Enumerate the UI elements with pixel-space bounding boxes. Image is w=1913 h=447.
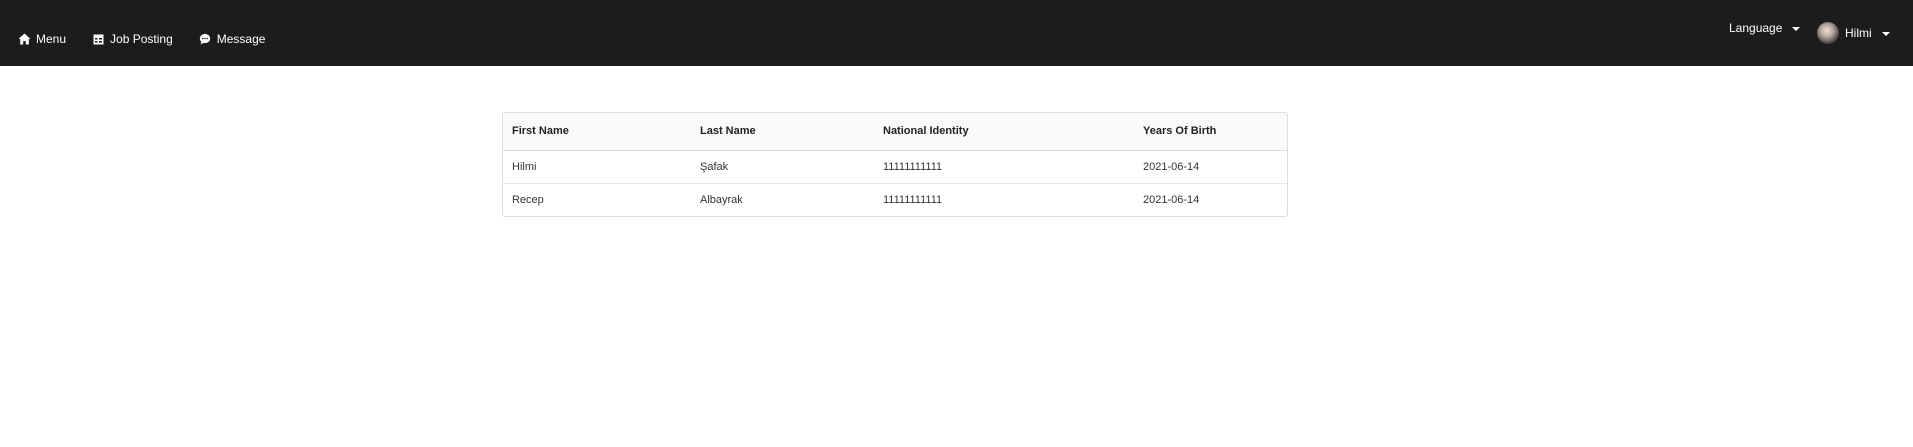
users-table: First Name Last Name National Identity Y… xyxy=(503,113,1287,216)
nav-item-label: Job Posting xyxy=(110,32,173,46)
column-header-last-name: Last Name xyxy=(691,113,874,151)
column-header-first-name: First Name xyxy=(503,113,691,151)
caret-down-icon xyxy=(1881,31,1890,36)
cell-years-of-birth: 2021-06-14 xyxy=(1134,150,1287,184)
table-row: Hilmi Şafak 11111111111 2021-06-14 xyxy=(503,150,1287,184)
user-name: Hilmi xyxy=(1845,26,1872,40)
top-navbar: Menu Job Posting Message Language Hilmi xyxy=(0,0,1913,66)
table-row: Recep Albayrak 11111111111 2021-06-14 xyxy=(503,183,1287,216)
language-dropdown[interactable]: Language xyxy=(1729,21,1801,35)
comment-icon xyxy=(199,33,212,46)
column-header-years-of-birth: Years Of Birth xyxy=(1134,113,1287,151)
cell-last-name: Şafak xyxy=(691,150,874,184)
cell-first-name: Hilmi xyxy=(503,150,691,184)
avatar xyxy=(1817,22,1839,44)
nav-menu: Menu Job Posting Message xyxy=(18,0,291,78)
cell-national-identity: 11111111111 xyxy=(883,193,943,206)
language-label: Language xyxy=(1729,21,1783,35)
cell-years-of-birth: 2021-06-14 xyxy=(1143,193,1200,206)
users-table-container: First Name Last Name National Identity Y… xyxy=(502,112,1288,217)
nav-item-menu[interactable]: Menu xyxy=(18,32,66,46)
user-dropdown[interactable]: Hilmi xyxy=(1817,22,1890,44)
table-icon xyxy=(92,33,105,46)
cell-last-name: Albayrak xyxy=(700,193,743,206)
cell-first-name: Recep xyxy=(512,193,544,206)
column-header-national-identity: National Identity xyxy=(874,113,1134,151)
nav-item-job-posting[interactable]: Job Posting xyxy=(92,32,173,46)
nav-item-label: Message xyxy=(216,32,266,46)
home-icon xyxy=(18,33,31,46)
cell-national-identity: 11111111111 xyxy=(874,150,1134,184)
table-header-row: First Name Last Name National Identity Y… xyxy=(503,113,1287,151)
caret-down-icon xyxy=(1792,26,1801,31)
nav-item-label: Menu xyxy=(36,32,67,46)
nav-item-message[interactable]: Message xyxy=(199,32,266,46)
